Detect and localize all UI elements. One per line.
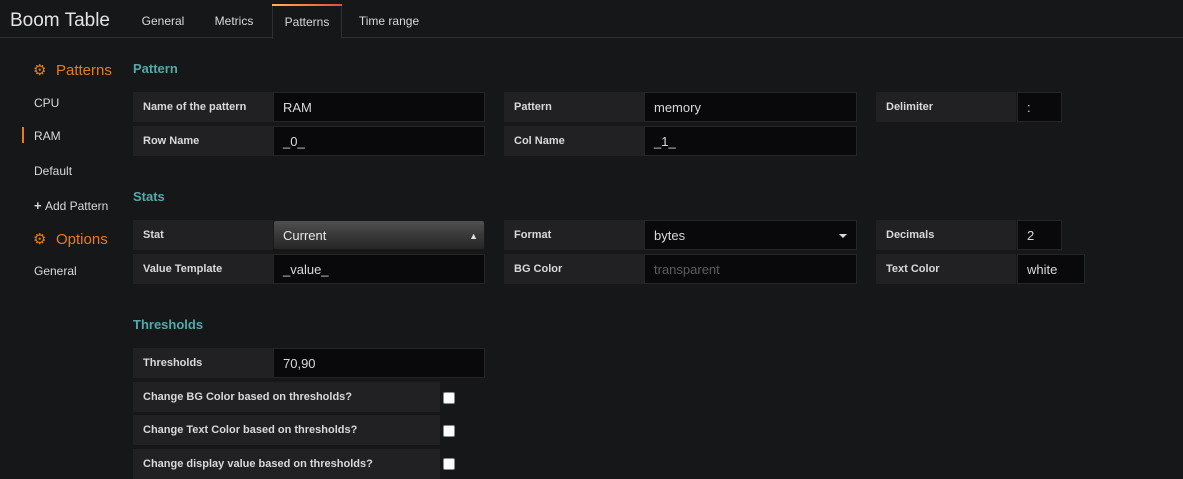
- section-title-pattern: Pattern: [133, 61, 178, 76]
- selected-marker: [22, 127, 24, 143]
- tab-general[interactable]: General: [130, 4, 196, 38]
- row-name-label: Row Name: [133, 126, 273, 156]
- bg-color-thresholds-label: Change BG Color based on thresholds?: [133, 382, 440, 412]
- delimiter-label: Delimiter: [876, 92, 1016, 122]
- display-value-thresholds-label: Change display value based on thresholds…: [133, 449, 440, 479]
- sidebar-item-ram[interactable]: RAM: [34, 129, 61, 143]
- name-label: Name of the pattern: [133, 92, 273, 122]
- panel-editor-header: Boom Table General Metrics Patterns Time…: [0, 0, 1183, 39]
- stat-select-value: Current: [283, 228, 327, 243]
- tab-metrics[interactable]: Metrics: [200, 4, 268, 38]
- col-name-input[interactable]: _1_: [644, 126, 857, 156]
- format-dropdown[interactable]: bytes: [644, 220, 857, 250]
- thresholds-label: Thresholds: [133, 348, 273, 378]
- delimiter-input[interactable]: :: [1017, 92, 1062, 122]
- sidebar-item-default[interactable]: Default: [34, 164, 72, 178]
- text-color-thresholds-checkbox[interactable]: [443, 425, 455, 437]
- caret-down-icon: [839, 234, 847, 238]
- tab-patterns[interactable]: Patterns: [272, 4, 342, 39]
- stat-label: Stat: [133, 220, 273, 250]
- sidebar-heading-patterns: ⚙ Patterns: [33, 61, 112, 79]
- panel-title: Boom Table: [10, 10, 110, 31]
- format-dropdown-value: bytes: [654, 228, 686, 243]
- sidebar-heading-label: Options: [56, 231, 108, 248]
- bg-color-label: BG Color: [504, 254, 644, 284]
- thresholds-input[interactable]: 70,90: [273, 348, 485, 378]
- text-color-label: Text Color: [876, 254, 1016, 284]
- sidebar-item-options-general[interactable]: General: [34, 264, 77, 278]
- updown-arrow-icon: ▲: [469, 231, 478, 241]
- value-template-input[interactable]: _value_: [273, 254, 485, 284]
- value-template-label: Value Template: [133, 254, 273, 284]
- bg-color-thresholds-checkbox[interactable]: [443, 392, 455, 404]
- decimals-input[interactable]: 2: [1017, 220, 1062, 250]
- tab-time-range[interactable]: Time range: [346, 4, 432, 38]
- pattern-name-input[interactable]: RAM: [273, 92, 485, 122]
- gear-icon: ⚙: [33, 231, 47, 248]
- pattern-label: Pattern: [504, 92, 644, 122]
- add-pattern-label: Add Pattern: [44, 199, 109, 213]
- add-pattern-button[interactable]: + Add Pattern: [34, 198, 108, 213]
- row-name-input[interactable]: _0_: [273, 126, 485, 156]
- section-title-stats: Stats: [133, 189, 165, 204]
- display-value-thresholds-checkbox[interactable]: [443, 458, 455, 470]
- sidebar-heading-options: ⚙ Options: [33, 230, 108, 248]
- text-color-thresholds-label: Change Text Color based on thresholds?: [133, 415, 440, 445]
- sidebar-item-cpu[interactable]: CPU: [34, 96, 59, 110]
- pattern-input[interactable]: memory: [644, 92, 857, 122]
- decimals-label: Decimals: [876, 220, 1016, 250]
- section-title-thresholds: Thresholds: [133, 317, 204, 332]
- col-name-label: Col Name: [504, 126, 644, 156]
- tabbar-divider: [0, 37, 1183, 38]
- gear-icon: ⚙: [33, 62, 47, 79]
- bg-color-input[interactable]: transparent: [644, 254, 857, 284]
- plus-icon: +: [34, 198, 42, 213]
- format-label: Format: [504, 220, 644, 250]
- stat-select[interactable]: Current ▲: [273, 220, 485, 250]
- text-color-input[interactable]: white: [1017, 254, 1085, 284]
- sidebar-heading-label: Patterns: [56, 62, 112, 79]
